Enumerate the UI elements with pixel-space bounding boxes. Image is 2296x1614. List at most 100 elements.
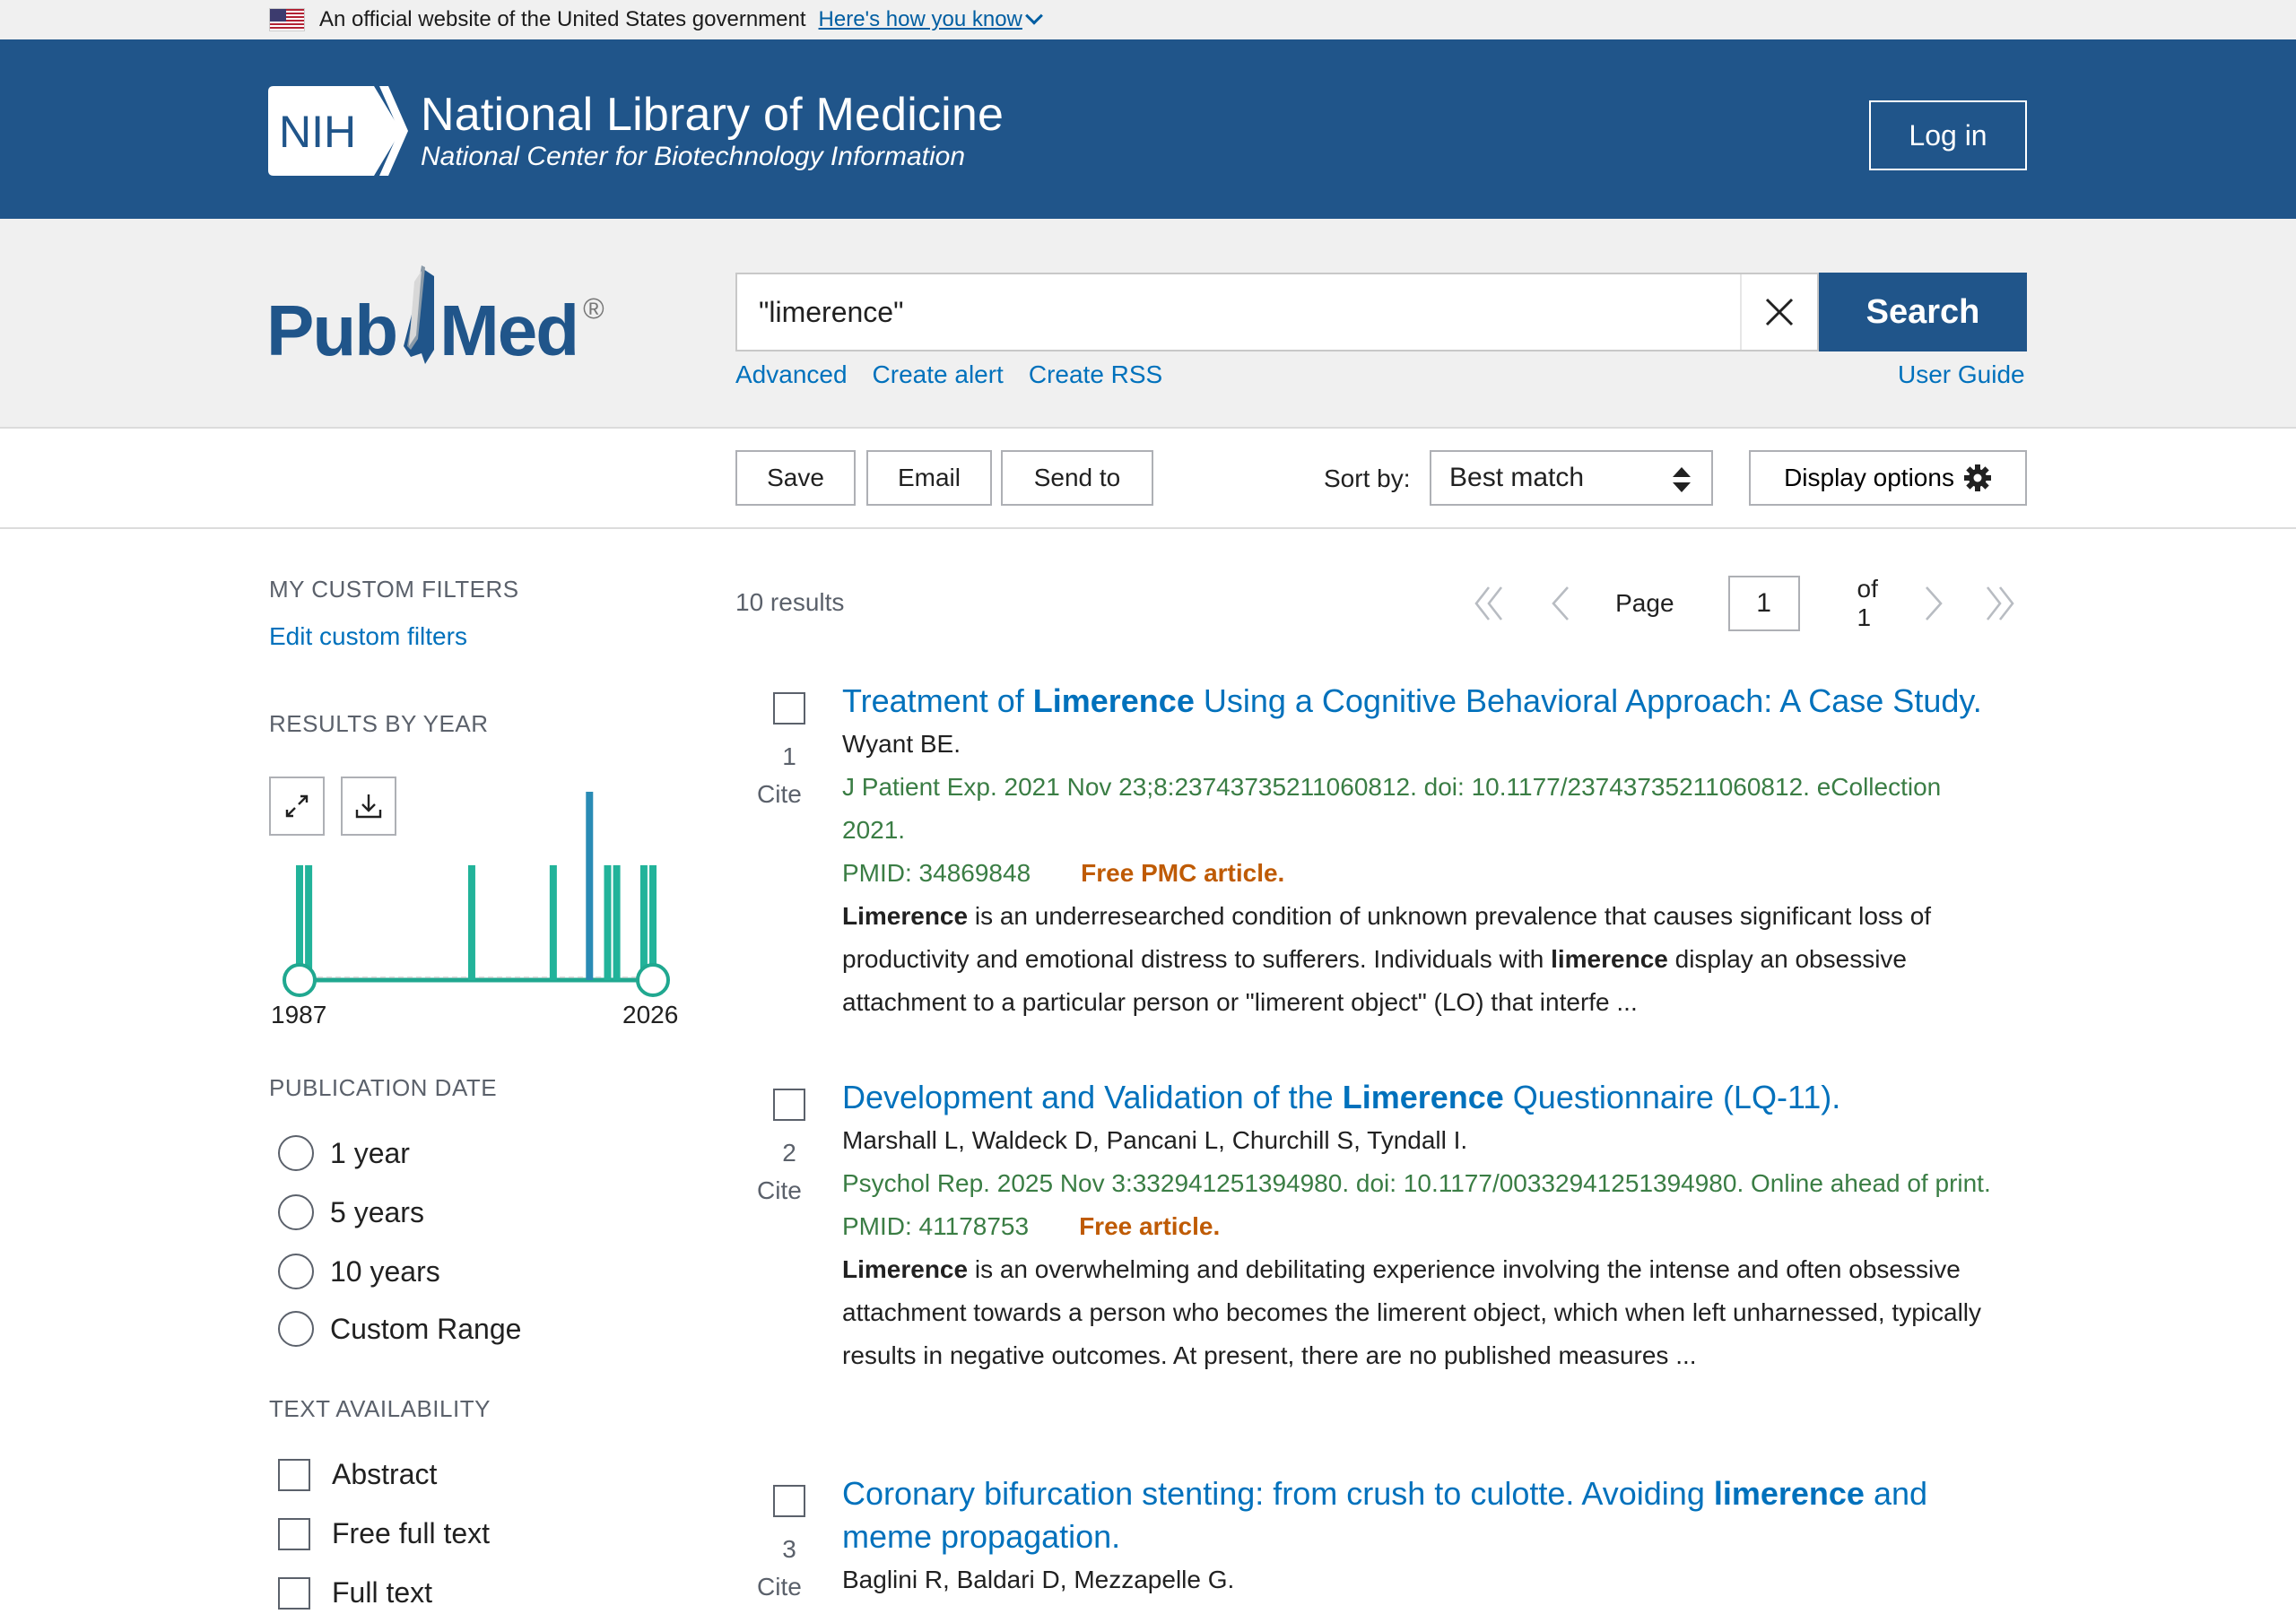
edit-custom-filters-link[interactable]: Edit custom filters [269, 622, 467, 651]
result-pmid: PMID: 34869848 [842, 859, 1031, 887]
sort-by-select[interactable]: Best match [1430, 450, 1713, 506]
email-button[interactable]: Email [866, 450, 992, 506]
result-checkbox[interactable] [773, 692, 805, 725]
text-option-full-text[interactable]: Full text [278, 1576, 432, 1610]
date-option-1-year[interactable]: 1 year [278, 1135, 410, 1171]
title-text: Questionnaire (LQ-11). [1503, 1079, 1841, 1115]
next-page-button[interactable] [1908, 576, 1961, 631]
gov-banner-content: An official website of the United States… [269, 0, 1043, 39]
date-option-10-years[interactable]: 10 years [278, 1254, 440, 1289]
result-body: Treatment of Limerence Using a Cognitive… [842, 680, 2008, 1024]
result-pmid: PMID: 41178753 [842, 1212, 1030, 1240]
clear-search-button[interactable] [1740, 274, 1817, 350]
previous-page-button[interactable] [1534, 576, 1587, 631]
nih-badge-text: NIH [279, 107, 356, 157]
user-guide-link[interactable]: User Guide [1898, 360, 2025, 389]
advanced-search-link[interactable]: Advanced [735, 360, 848, 389]
pubmed-logo-pub: Pub [266, 291, 398, 370]
chevron-left-icon [1552, 586, 1570, 620]
select-arrows-icon [1673, 467, 1691, 492]
date-option-label: 1 year [330, 1136, 410, 1169]
year-bar [613, 864, 621, 980]
snippet-highlight: Limerence [842, 1255, 969, 1283]
result-title-link[interactable]: Development and Validation of the Limere… [842, 1079, 1840, 1115]
cite-button[interactable]: Cite [757, 1573, 802, 1601]
chevron-down-icon [1024, 6, 1043, 25]
date-option-label: 5 years [330, 1195, 424, 1228]
date-option-5-years[interactable]: 5 years [278, 1194, 424, 1230]
page-number-input[interactable] [1727, 576, 1800, 631]
heres-how-you-know-link[interactable]: Here's how you know [819, 6, 1043, 32]
text-option-label: Abstract [332, 1458, 438, 1490]
result-number: 1 [782, 742, 796, 770]
my-custom-filters-heading: MY CUSTOM FILTERS [269, 576, 519, 603]
radio-button[interactable] [278, 1311, 314, 1347]
text-option-free-full-text[interactable]: Free full text [278, 1517, 490, 1550]
nih-header: NIH National Library of Medicine Nationa… [0, 39, 2296, 219]
result-checkbox[interactable] [773, 1485, 805, 1517]
checkbox[interactable] [278, 1458, 310, 1491]
year-bar [586, 792, 594, 980]
results-toolbar: Save Email Send to Sort by: Best match D… [0, 429, 2296, 529]
search-button[interactable]: Search [1819, 273, 2027, 351]
result-checkbox[interactable] [773, 1089, 805, 1121]
result-meta: PMID: 41178753 Free article. [842, 1205, 2008, 1248]
create-alert-link[interactable]: Create alert [873, 360, 1004, 389]
cite-button[interactable]: Cite [757, 780, 802, 809]
result-meta: PMID: 34869848 Free PMC article. [842, 852, 2008, 895]
title-highlight: limerence [1713, 1475, 1865, 1512]
radio-button[interactable] [278, 1254, 314, 1289]
chevron-right-icon [1925, 586, 1943, 620]
sort-by-label: Sort by: [1324, 464, 1411, 492]
year-bar [305, 864, 313, 980]
nlm-logo[interactable]: NIH National Library of Medicine Nationa… [268, 86, 1004, 176]
year-range-end: 2026 [622, 1001, 679, 1028]
pubmed-logo[interactable]: Pub Med ® [266, 264, 604, 371]
result-body: Development and Validation of the Limere… [842, 1076, 2008, 1377]
first-page-button[interactable] [1462, 576, 1516, 631]
text-option-label: Free full text [332, 1517, 491, 1549]
ncbi-subtitle: National Center for Biotechnology Inform… [421, 142, 966, 171]
title-highlight: Limerence [1342, 1079, 1504, 1115]
result-title-link[interactable]: Coronary bifurcation stenting: from crus… [842, 1475, 1927, 1555]
us-flag-icon [269, 8, 305, 31]
search-input[interactable] [737, 274, 1740, 350]
create-rss-link[interactable]: Create RSS [1029, 360, 1162, 389]
radio-button[interactable] [278, 1194, 314, 1230]
free-article-badge: Free article. [1079, 1212, 1221, 1240]
year-range-start: 1987 [271, 1001, 327, 1028]
close-icon [1765, 298, 1794, 326]
result-authors: Marshall L, Waldeck D, Pancani L, Church… [842, 1126, 1468, 1154]
gov-banner-text: An official website of the United States… [319, 7, 806, 31]
save-button[interactable]: Save [735, 450, 856, 506]
snippet-highlight: Limerence [842, 902, 969, 930]
title-text: Using a Cognitive Behavioral Approach: A… [1194, 682, 1982, 719]
display-options-label: Display options [1784, 464, 1954, 491]
year-range-start-handle [283, 963, 317, 997]
display-options-button[interactable]: Display options [1749, 450, 2027, 506]
result-snippet: Limerence is an underresearched conditio… [842, 895, 2008, 1024]
sort-by-value: Best match [1449, 463, 1585, 492]
year-bar [639, 864, 648, 980]
free-article-badge: Free PMC article. [1081, 859, 1285, 887]
pubmed-book-icon [404, 265, 435, 364]
search-links: Advanced Create alert Create RSS [735, 360, 1162, 389]
title-text: Coronary bifurcation stenting: from crus… [842, 1475, 1714, 1512]
year-range-end-handle [636, 963, 670, 997]
last-page-button[interactable] [1973, 576, 2027, 631]
search-box [735, 273, 1819, 351]
nih-badge-icon: NIH [268, 86, 408, 176]
result-title-link[interactable]: Treatment of Limerence Using a Cognitive… [842, 682, 1982, 719]
checkbox[interactable] [278, 1517, 310, 1550]
text-option-abstract[interactable]: Abstract [278, 1458, 437, 1491]
cite-button[interactable]: Cite [757, 1176, 802, 1205]
checkbox[interactable] [278, 1576, 310, 1610]
result-citation: Psychol Rep. 2025 Nov 3:332941251394980.… [842, 1169, 1991, 1197]
log-in-button[interactable]: Log in [1869, 100, 2027, 170]
radio-button[interactable] [278, 1135, 314, 1171]
title-text: Development and Validation of the [842, 1079, 1343, 1115]
publication-date-heading: PUBLICATION DATE [269, 1074, 498, 1101]
date-option-custom-range[interactable]: Custom Range [278, 1311, 521, 1347]
results-by-year-heading: RESULTS BY YEAR [269, 710, 489, 737]
send-to-button[interactable]: Send to [1001, 450, 1153, 506]
